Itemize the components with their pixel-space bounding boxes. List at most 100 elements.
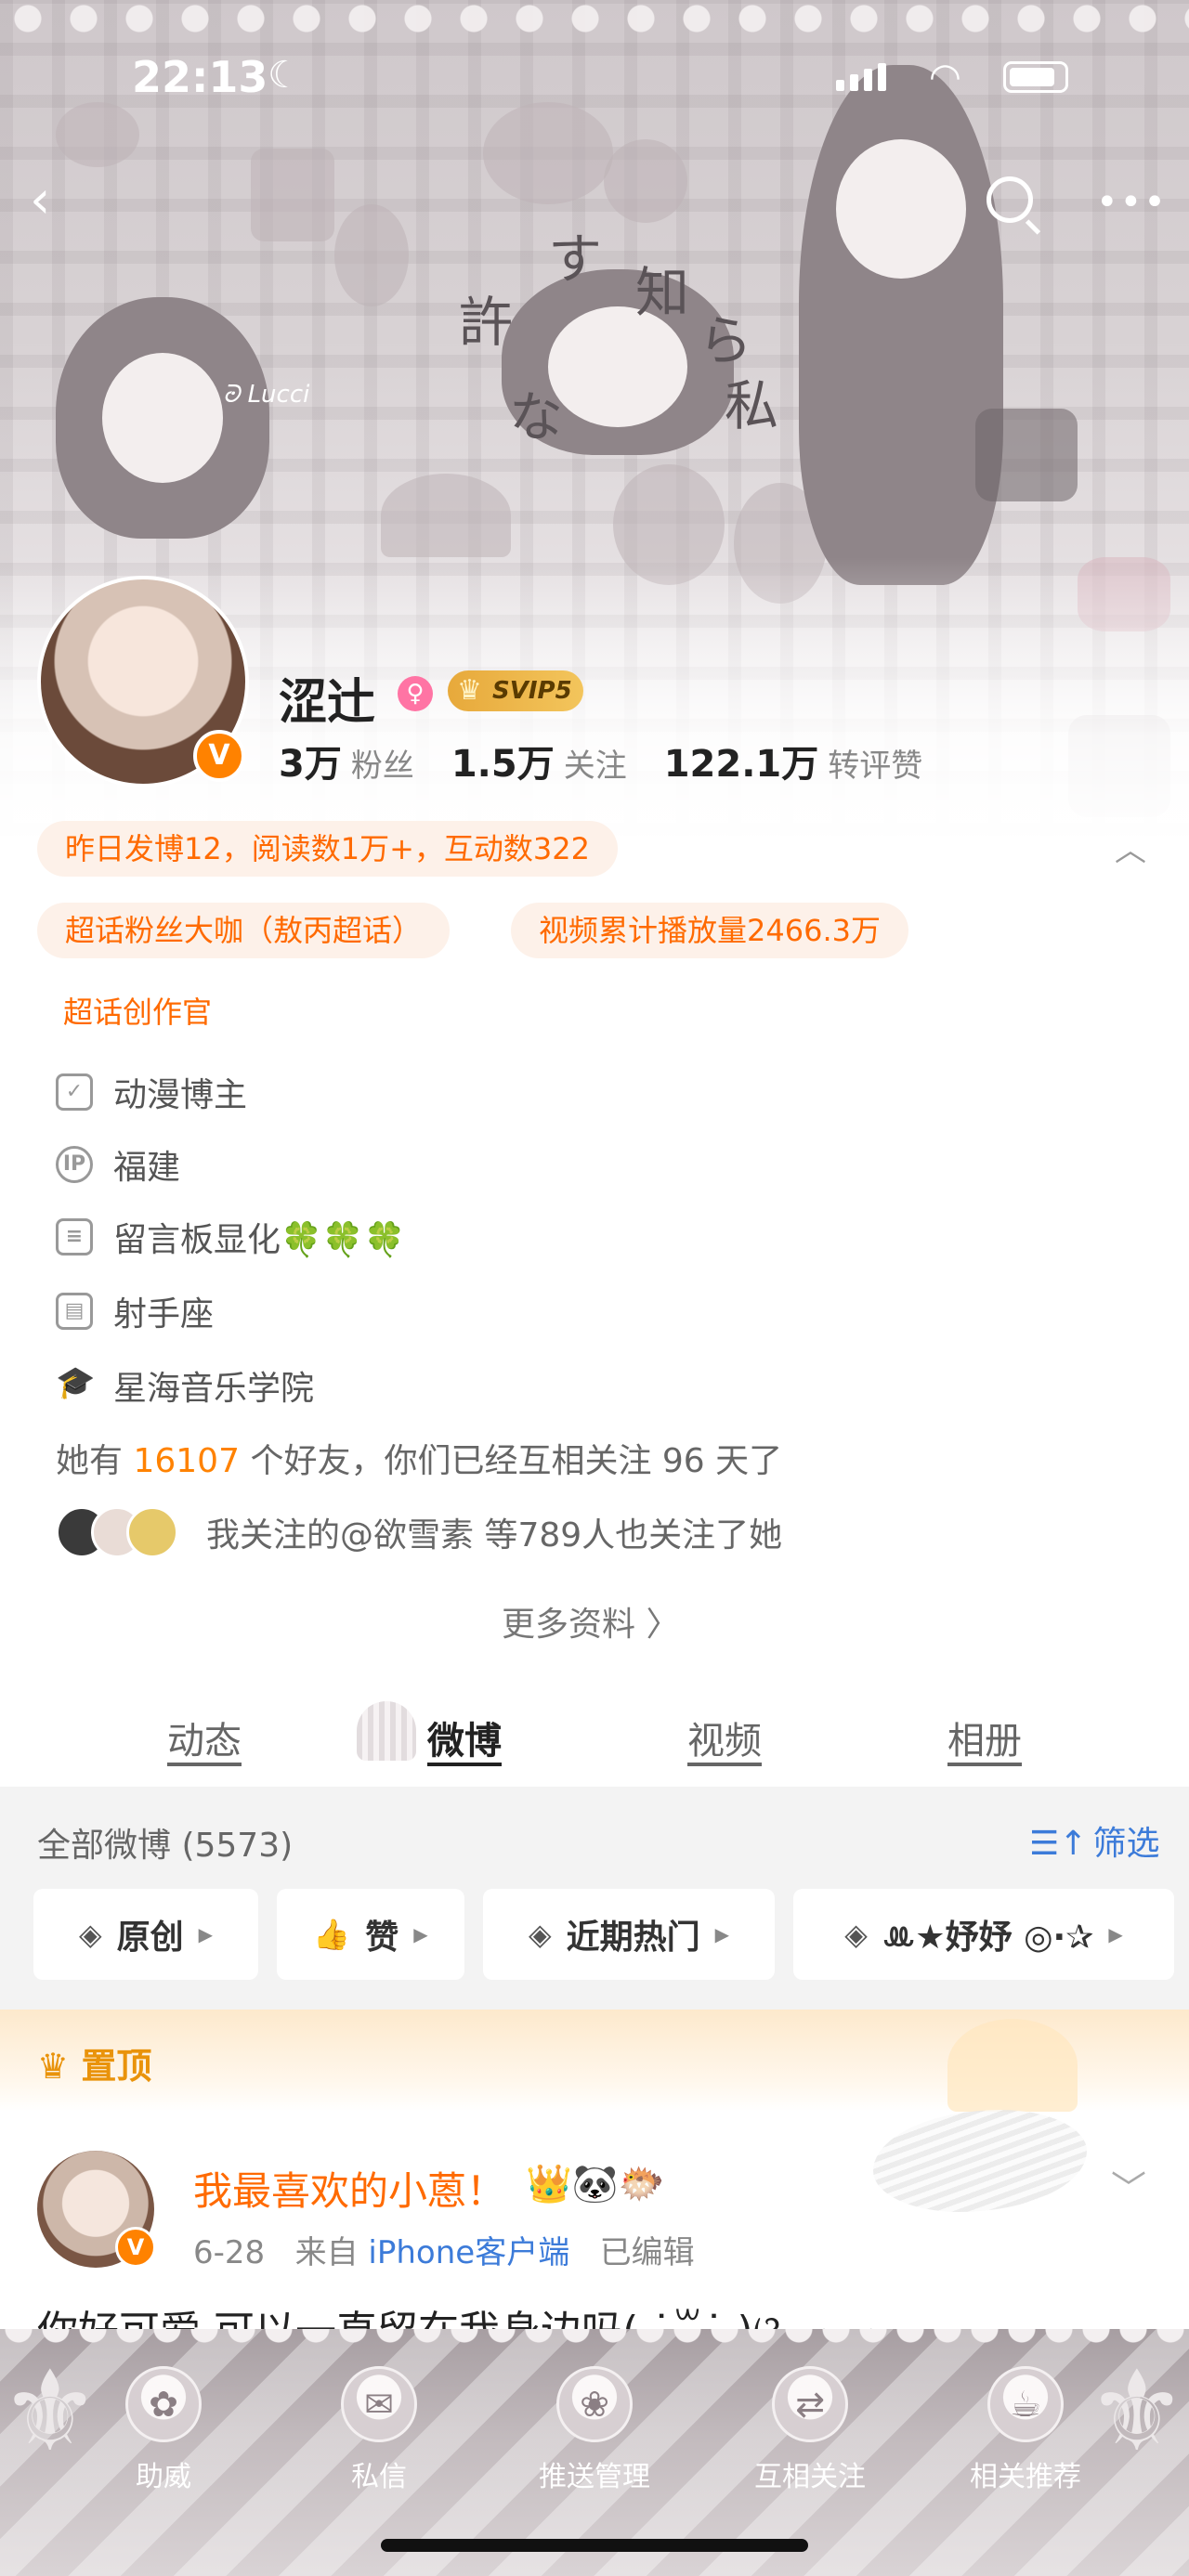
- caret-right-icon: ▶: [1108, 1923, 1123, 1945]
- activity-chip[interactable]: 昨日发博12，阅读数1万+，互动数322: [37, 821, 618, 877]
- doodle-char: 許: [459, 291, 514, 354]
- mutual-text: 我关注的@欲雪素 等789人也关注了她: [206, 1516, 783, 1555]
- stat-interactions[interactable]: 122.1万 转评赞: [664, 734, 923, 787]
- wifi-icon: ◠: [929, 56, 961, 98]
- banner-caption: ᘒ Lucci: [223, 381, 310, 409]
- friends-prefix: 她有: [56, 1442, 124, 1480]
- recommend-icon: ☕: [987, 2366, 1064, 2442]
- info-text: 动漫博主: [113, 1076, 248, 1114]
- stat-fans[interactable]: 3万 粉丝: [279, 734, 414, 787]
- creator-chip[interactable]: 超话创作官: [37, 984, 241, 1040]
- pill-original[interactable]: ◈ 原创 ▶: [33, 1889, 258, 1980]
- stat-label: 关注: [563, 748, 627, 785]
- stat-label: 转评赞: [828, 748, 923, 785]
- bag-doodle: [975, 409, 1078, 501]
- more-info-link[interactable]: 更多资料 〉: [502, 1597, 679, 1646]
- profile-name: 涩辻: [279, 675, 376, 731]
- pill-label: ꔛ★妤妤 ◎·✰: [882, 1919, 1094, 1957]
- umbrella-doodle: [381, 474, 511, 557]
- action-label: 助威: [136, 2461, 191, 2493]
- verified-badge-icon: V: [193, 730, 245, 782]
- info-row-zodiac: ▤ 射手座: [56, 1287, 214, 1335]
- boost-icon: ✿: [125, 2366, 202, 2442]
- action-message[interactable]: ✉ 私信: [295, 2366, 463, 2494]
- action-push-manage[interactable]: ❀ 推送管理: [511, 2366, 678, 2494]
- tab-dynamic[interactable]: 动态: [167, 1711, 242, 1764]
- pill-label: 近期热门: [566, 1919, 700, 1957]
- pill-label: 原创: [116, 1919, 184, 1957]
- pill-hot[interactable]: ◈ 近期热门 ▶: [483, 1889, 775, 1980]
- profile-tabs: 动态 微博 视频 相册: [0, 1688, 1189, 1787]
- document-icon: ≡: [56, 1218, 93, 1255]
- thumbs-up-icon: 👍: [313, 1917, 351, 1952]
- verified-badge-icon: V: [115, 2227, 156, 2268]
- pinned-label: ♛ 置顶: [37, 2037, 151, 2088]
- wing-decoration: [873, 2110, 1087, 2212]
- search-icon[interactable]: [986, 176, 1033, 223]
- info-text: 留言板显化🍀🍀🍀: [113, 1221, 406, 1259]
- snowman-doodle: [334, 204, 409, 306]
- crown-decoration: [947, 2019, 1078, 2112]
- tab-album[interactable]: 相册: [947, 1711, 1022, 1764]
- feed-header: 全部微博 (5573) ☰↑ 筛选 ◈ 原创 ▶ 👍 赞 ▶ ◈ 近期热门 ▶ ◈: [0, 1787, 1189, 2010]
- info-row-bio: ≡ 留言板显化🍀🍀🍀: [56, 1213, 405, 1261]
- friends-suffix: 个好友，你们已经互相关注 96 天了: [250, 1442, 783, 1480]
- info-row-category: ✓ 动漫博主: [56, 1068, 247, 1116]
- pill-group[interactable]: ◈ ꔛ★妤妤 ◎·✰ ▶: [793, 1889, 1174, 1980]
- home-indicator[interactable]: [381, 2539, 808, 2552]
- action-recommend[interactable]: ☕ 相关推荐: [942, 2366, 1109, 2494]
- post-author[interactable]: 我最喜欢的小蒽！: [193, 2160, 505, 2217]
- more-icon[interactable]: •••: [1096, 184, 1168, 221]
- tab-video[interactable]: 视频: [687, 1711, 762, 1764]
- signal-icon: [836, 63, 886, 91]
- doodle-char: 知: [635, 261, 690, 324]
- svip-badge[interactable]: SVIP5: [448, 670, 583, 711]
- action-list: ✿ 助威 ✉ 私信 ❀ 推送管理 ⇄ 互相关注 ☕ 相关推荐: [0, 2366, 1189, 2494]
- moon-icon: ☾: [268, 54, 301, 97]
- doodle-char: な: [509, 385, 564, 449]
- chevron-down-icon[interactable]: ﹀: [1111, 2160, 1146, 2211]
- author-emoji-badges: 👑🐼🐡: [526, 2163, 665, 2205]
- back-icon[interactable]: ‹: [30, 175, 50, 227]
- action-label: 相关推荐: [970, 2461, 1081, 2493]
- info-text: 射手座: [113, 1295, 215, 1334]
- video-plays-chip[interactable]: 视频累计播放量2466.3万: [511, 903, 908, 958]
- action-label: 推送管理: [539, 2461, 650, 2493]
- action-boost[interactable]: ✿ 助威: [80, 2366, 247, 2494]
- action-mutual-follow[interactable]: ⇄ 互相关注: [726, 2366, 894, 2494]
- push-manage-icon: ❀: [556, 2366, 633, 2442]
- mutual-follow-icon: ⇄: [772, 2366, 848, 2442]
- info-row-school: 🎓 星海音乐学院: [56, 1361, 314, 1410]
- stat-following[interactable]: 1.5万 关注: [451, 734, 627, 787]
- info-text: 星海音乐学院: [113, 1370, 315, 1408]
- collapse-chevron-icon[interactable]: ︿: [1115, 825, 1146, 870]
- caret-right-icon: ▶: [198, 1923, 213, 1945]
- layers-icon: ◈: [78, 1917, 102, 1952]
- all-posts-count: 全部微博 (5573): [37, 1827, 294, 1865]
- status-time: 22:13: [132, 52, 268, 102]
- caret-right-icon: ▶: [714, 1923, 729, 1945]
- message-icon: ✉: [341, 2366, 417, 2442]
- female-icon: ♀: [398, 676, 433, 711]
- profile-stats: 3万 粉丝 1.5万 关注 122.1万 转评赞: [279, 734, 922, 787]
- post-source[interactable]: iPhone客户端: [368, 2234, 569, 2271]
- bottom-lace-decoration: [0, 2329, 1189, 2357]
- doodle-char: 私: [725, 374, 779, 437]
- tab-weibo[interactable]: 微博: [427, 1720, 502, 1763]
- girl-left-face: [102, 353, 223, 483]
- filter-button[interactable]: ☰↑ 筛选: [1029, 1816, 1159, 1865]
- girl-right-face: [836, 139, 966, 279]
- layers-icon: ◈: [528, 1917, 552, 1952]
- ip-location-icon: IP: [56, 1146, 93, 1183]
- post-meta: 6-28 来自 iPhone客户端 已编辑: [193, 2227, 695, 2272]
- verified-shield-icon: ✓: [56, 1073, 93, 1111]
- mutual-follow-row[interactable]: 我关注的@欲雪素 等789人也关注了她: [56, 1506, 782, 1558]
- supertopic-chip[interactable]: 超话粉丝大咖（敖丙超话）: [37, 903, 451, 958]
- pinned-text: 置顶: [81, 2046, 152, 2087]
- stat-value: 3万: [279, 743, 342, 786]
- info-text: 福建: [113, 1149, 181, 1187]
- shell-icon: [357, 1701, 416, 1761]
- pill-likes[interactable]: 👍 赞 ▶: [277, 1889, 464, 1980]
- friends-count[interactable]: 16107: [133, 1442, 240, 1480]
- battery-icon: [1003, 61, 1068, 93]
